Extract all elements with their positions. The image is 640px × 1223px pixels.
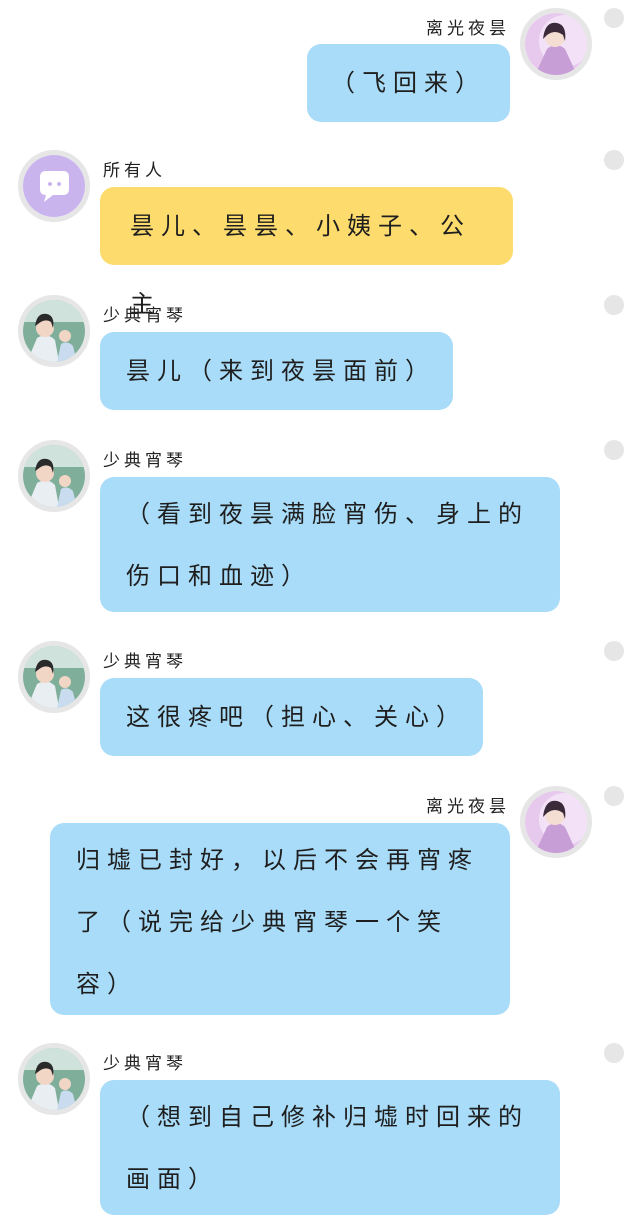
message-text: （想到自己修补归墟时回来的 xyxy=(126,1103,529,1131)
sender-name: 少典宵琴 xyxy=(103,1054,187,1074)
sender-name: 少典宵琴 xyxy=(103,652,187,672)
message-bubble[interactable]: （看到夜昙满脸宵伤、身上的 伤口和血迹） xyxy=(100,477,560,612)
select-indicator[interactable] xyxy=(604,295,624,315)
message-bubble[interactable]: （飞回来） xyxy=(307,44,510,122)
avatar-man[interactable] xyxy=(18,440,90,512)
sender-name: 少典宵琴 xyxy=(103,306,187,326)
message-text: 昙儿（来到夜昙面前） xyxy=(126,357,436,385)
message-text: （飞回来） xyxy=(331,69,486,97)
message-bubble[interactable]: 归墟已封好，以后不会再宵疼 了（说完给少典宵琴一个笑 容） xyxy=(50,823,510,1015)
select-indicator[interactable] xyxy=(604,641,624,661)
message-text: 容） xyxy=(76,970,138,998)
message-bubble[interactable]: 昙儿（来到夜昙面前） xyxy=(100,332,453,410)
avatar-lady[interactable] xyxy=(520,786,592,858)
select-indicator[interactable] xyxy=(604,150,624,170)
avatar-man[interactable] xyxy=(18,295,90,367)
avatar-lady[interactable] xyxy=(520,8,592,80)
message-bubble[interactable]: （想到自己修补归墟时回来的 画面） xyxy=(100,1080,560,1215)
select-indicator[interactable] xyxy=(604,8,624,28)
message-text: （看到夜昙满脸宵伤、身上的 xyxy=(126,500,529,528)
sender-name: 所有人 xyxy=(103,161,166,181)
avatar-chat-bubble[interactable] xyxy=(18,150,90,222)
message-text: 这很疼吧（担心、关心） xyxy=(126,703,467,731)
message-text: 伤口和血迹） xyxy=(126,562,312,590)
message-text: 画面） xyxy=(126,1165,219,1193)
sender-name: 离光夜昙 xyxy=(426,19,510,39)
sender-name: 离光夜昙 xyxy=(426,797,510,817)
message-bubble[interactable]: 昙儿、昙昙、小姨子、公主 xyxy=(100,187,513,318)
avatar-man[interactable] xyxy=(18,1043,90,1115)
message-bubble[interactable]: 这很疼吧（担心、关心） xyxy=(100,678,483,756)
avatar-man[interactable] xyxy=(18,641,90,713)
select-indicator[interactable] xyxy=(604,440,624,460)
select-indicator[interactable] xyxy=(604,1043,624,1063)
select-indicator[interactable] xyxy=(604,786,624,806)
sender-name: 少典宵琴 xyxy=(103,451,187,471)
message-text: 归墟已封好，以后不会再宵疼 xyxy=(76,846,479,874)
message-text: 了（说完给少典宵琴一个笑 xyxy=(76,908,448,936)
